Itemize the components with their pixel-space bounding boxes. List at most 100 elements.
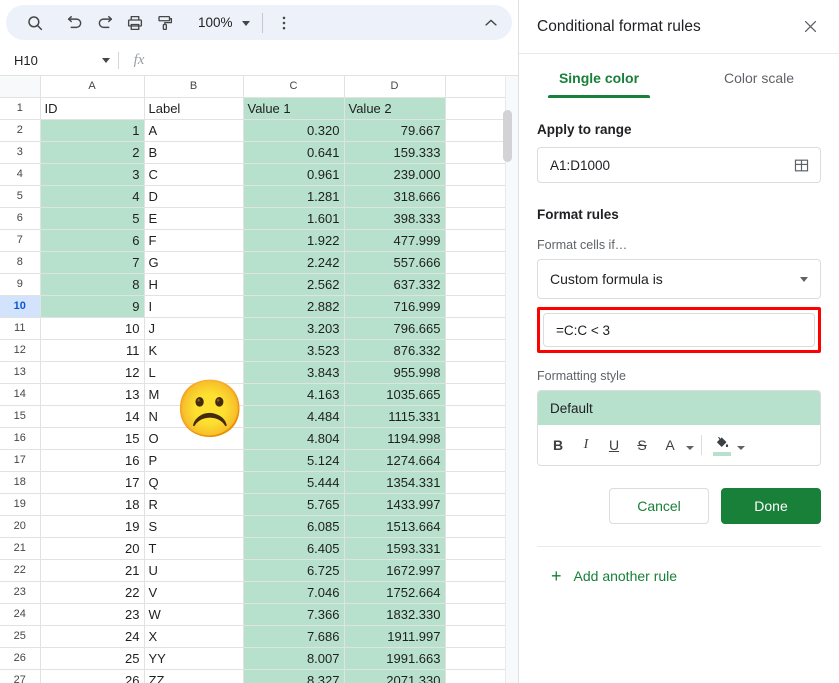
- cell-a24[interactable]: 23: [40, 603, 144, 625]
- done-button[interactable]: Done: [721, 488, 821, 524]
- cell-a13[interactable]: 12: [40, 361, 144, 383]
- cell-d27[interactable]: 2071.330: [344, 669, 445, 683]
- italic-button[interactable]: I: [572, 431, 600, 459]
- cell-a2[interactable]: 1: [40, 119, 144, 141]
- cell-e21[interactable]: [445, 537, 505, 559]
- text-color-button[interactable]: A: [656, 431, 684, 459]
- cell-d14[interactable]: 1035.665: [344, 383, 445, 405]
- cell-d25[interactable]: 1911.997: [344, 625, 445, 647]
- cell-b6[interactable]: E: [144, 207, 243, 229]
- cell-b24[interactable]: W: [144, 603, 243, 625]
- vertical-scrollbar-thumb[interactable]: [503, 110, 512, 162]
- cell-a14[interactable]: 13: [40, 383, 144, 405]
- cell-b23[interactable]: V: [144, 581, 243, 603]
- cell-a18[interactable]: 17: [40, 471, 144, 493]
- cell-d20[interactable]: 1513.664: [344, 515, 445, 537]
- cell-b9[interactable]: H: [144, 273, 243, 295]
- cell-e8[interactable]: [445, 251, 505, 273]
- cell-c5[interactable]: 1.281: [243, 185, 344, 207]
- cell-b1[interactable]: Label: [144, 97, 243, 119]
- cell-c17[interactable]: 5.124: [243, 449, 344, 471]
- row-header[interactable]: 8: [0, 251, 40, 273]
- cell-b20[interactable]: S: [144, 515, 243, 537]
- cell-e26[interactable]: [445, 647, 505, 669]
- cell-a7[interactable]: 6: [40, 229, 144, 251]
- cell-b13[interactable]: L: [144, 361, 243, 383]
- cell-b8[interactable]: G: [144, 251, 243, 273]
- name-box[interactable]: H10: [0, 45, 118, 76]
- cell-e7[interactable]: [445, 229, 505, 251]
- cell-d16[interactable]: 1194.998: [344, 427, 445, 449]
- cell-c23[interactable]: 7.046: [243, 581, 344, 603]
- cell-a11[interactable]: 10: [40, 317, 144, 339]
- fill-color-chevron-down-icon[interactable]: [737, 446, 745, 450]
- cell-e2[interactable]: [445, 119, 505, 141]
- cell-a16[interactable]: 15: [40, 427, 144, 449]
- cell-a26[interactable]: 25: [40, 647, 144, 669]
- undo-icon[interactable]: [60, 8, 90, 38]
- cell-c16[interactable]: 4.804: [243, 427, 344, 449]
- cell-d2[interactable]: 79.667: [344, 119, 445, 141]
- cell-a25[interactable]: 24: [40, 625, 144, 647]
- print-icon[interactable]: [120, 8, 150, 38]
- row-header[interactable]: 23: [0, 581, 40, 603]
- cell-a1[interactable]: ID: [40, 97, 144, 119]
- cell-c7[interactable]: 1.922: [243, 229, 344, 251]
- cell-b7[interactable]: F: [144, 229, 243, 251]
- row-header[interactable]: 17: [0, 449, 40, 471]
- cell-b3[interactable]: B: [144, 141, 243, 163]
- cell-e16[interactable]: [445, 427, 505, 449]
- row-header[interactable]: 2: [0, 119, 40, 141]
- cell-c15[interactable]: 4.484: [243, 405, 344, 427]
- cell-b16[interactable]: O: [144, 427, 243, 449]
- cell-b4[interactable]: C: [144, 163, 243, 185]
- cell-c12[interactable]: 3.523: [243, 339, 344, 361]
- row-header[interactable]: 11: [0, 317, 40, 339]
- cell-e6[interactable]: [445, 207, 505, 229]
- cell-d12[interactable]: 876.332: [344, 339, 445, 361]
- cell-a3[interactable]: 2: [40, 141, 144, 163]
- cell-b15[interactable]: N: [144, 405, 243, 427]
- cell-c22[interactable]: 6.725: [243, 559, 344, 581]
- cell-d19[interactable]: 1433.997: [344, 493, 445, 515]
- cell-e22[interactable]: [445, 559, 505, 581]
- bold-button[interactable]: B: [544, 431, 572, 459]
- cell-c9[interactable]: 2.562: [243, 273, 344, 295]
- row-header[interactable]: 15: [0, 405, 40, 427]
- cell-a21[interactable]: 20: [40, 537, 144, 559]
- condition-type-select[interactable]: Custom formula is: [537, 259, 821, 299]
- row-header[interactable]: 18: [0, 471, 40, 493]
- cell-c14[interactable]: 4.163: [243, 383, 344, 405]
- cell-d26[interactable]: 1991.663: [344, 647, 445, 669]
- row-header[interactable]: 16: [0, 427, 40, 449]
- cell-d3[interactable]: 159.333: [344, 141, 445, 163]
- cell-d21[interactable]: 1593.331: [344, 537, 445, 559]
- cell-b19[interactable]: R: [144, 493, 243, 515]
- cell-b18[interactable]: Q: [144, 471, 243, 493]
- cell-b12[interactable]: K: [144, 339, 243, 361]
- select-all-corner[interactable]: [0, 76, 40, 97]
- cell-c6[interactable]: 1.601: [243, 207, 344, 229]
- cell-b2[interactable]: A: [144, 119, 243, 141]
- cell-a4[interactable]: 3: [40, 163, 144, 185]
- column-header-b[interactable]: B: [144, 76, 243, 97]
- cell-c10[interactable]: 2.882: [243, 295, 344, 317]
- cell-b26[interactable]: YY: [144, 647, 243, 669]
- cell-e4[interactable]: [445, 163, 505, 185]
- cell-e18[interactable]: [445, 471, 505, 493]
- cell-c11[interactable]: 3.203: [243, 317, 344, 339]
- fill-color-button[interactable]: [709, 430, 735, 460]
- cell-a12[interactable]: 11: [40, 339, 144, 361]
- cell-c27[interactable]: 8.327: [243, 669, 344, 683]
- cell-e24[interactable]: [445, 603, 505, 625]
- cell-a27[interactable]: 26: [40, 669, 144, 683]
- row-header[interactable]: 24: [0, 603, 40, 625]
- cell-d24[interactable]: 1832.330: [344, 603, 445, 625]
- cell-b10[interactable]: I: [144, 295, 243, 317]
- cell-c3[interactable]: 0.641: [243, 141, 344, 163]
- cell-b11[interactable]: J: [144, 317, 243, 339]
- cell-e23[interactable]: [445, 581, 505, 603]
- row-header[interactable]: 4: [0, 163, 40, 185]
- cell-e10[interactable]: [445, 295, 505, 317]
- cell-c2[interactable]: 0.320: [243, 119, 344, 141]
